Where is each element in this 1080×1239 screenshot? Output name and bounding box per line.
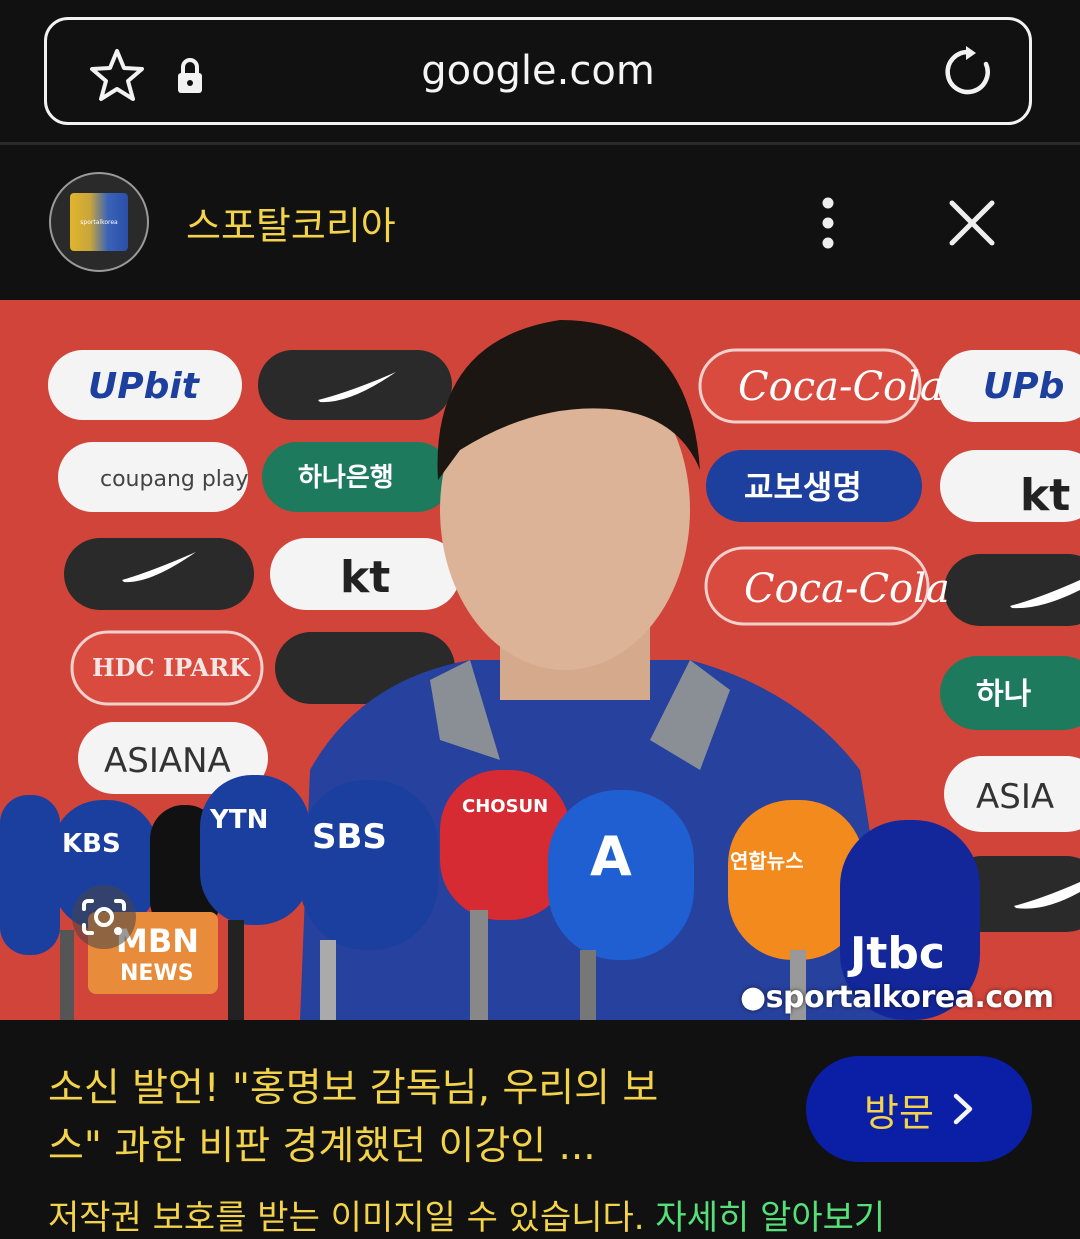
reload-icon[interactable] (940, 44, 996, 100)
svg-text:Jtbc: Jtbc (847, 928, 945, 979)
press-conference-photo[interactable]: UPbit UPb coupang play 하나은행 kt kt HDC IP… (0, 300, 1080, 1020)
photo-watermark: ●sportalkorea.com (740, 980, 1054, 1015)
avatar-logo-text: sportalkorea (80, 218, 118, 226)
svg-text:ASIA: ASIA (976, 777, 1054, 817)
svg-text:UPb: UPb (983, 366, 1064, 407)
svg-text:연합뉴스: 연합뉴스 (730, 849, 804, 873)
svg-text:NEWS: NEWS (120, 961, 194, 986)
visit-button-label: 방문 (864, 1090, 934, 1135)
svg-text:coupang play: coupang play (100, 467, 248, 492)
sportalkorea-logo: sportalkorea (70, 193, 128, 251)
svg-text:KBS: KBS (62, 829, 121, 859)
svg-text:ASIANA: ASIANA (104, 741, 231, 781)
svg-text:UPbit: UPbit (88, 366, 201, 407)
source-header: sportalkorea 스포탈코리아 (0, 145, 1080, 300)
lens-icon (82, 899, 126, 935)
google-lens-button[interactable] (72, 885, 136, 949)
svg-text:교보생명: 교보생명 (744, 468, 862, 506)
chevron-right-icon (953, 1093, 973, 1125)
svg-text:하나은행: 하나은행 (298, 463, 394, 493)
source-name[interactable]: 스포탈코리아 (186, 195, 396, 250)
article-headline[interactable]: 소신 발언! "홍명보 감독님, 우리의 보 스" 과한 비판 경계했던 이강인… (48, 1060, 748, 1176)
source-avatar[interactable]: sportalkorea (49, 172, 149, 272)
svg-text:A: A (590, 825, 632, 888)
address-bar[interactable]: google.com (44, 17, 1032, 125)
svg-text:Coca-Cola: Coca-Cola (738, 364, 944, 410)
svg-text:YTN: YTN (209, 805, 268, 835)
svg-text:CHOSUN: CHOSUN (462, 796, 548, 817)
close-icon[interactable] (946, 197, 998, 249)
svg-text:HDC IPARK: HDC IPARK (92, 653, 251, 682)
photo-illustration: UPbit UPb coupang play 하나은행 kt kt HDC IP… (0, 300, 1080, 1020)
copyright-notice: 저작권 보호를 받는 이미지일 수 있습니다. 자세히 알아보기 (48, 1190, 885, 1239)
headline-line-2: 스" 과한 비판 경계했던 이강인 ... (48, 1124, 596, 1169)
visit-button[interactable]: 방문 (806, 1056, 1032, 1162)
svg-text:Coca-Cola: Coca-Cola (744, 566, 950, 612)
more-vertical-icon[interactable] (812, 195, 844, 251)
learn-more-link[interactable]: 자세히 알아보기 (655, 1198, 885, 1238)
copyright-text: 저작권 보호를 받는 이미지일 수 있습니다. (48, 1198, 645, 1238)
svg-text:하나: 하나 (976, 677, 1032, 712)
svg-text:SBS: SBS (312, 817, 387, 857)
url-domain: google.com (421, 48, 655, 94)
headline-line-1: 소신 발언! "홍명보 감독님, 우리의 보 (48, 1066, 659, 1111)
svg-text:kt: kt (1020, 470, 1070, 521)
svg-text:kt: kt (340, 552, 390, 603)
browser-toolbar: google.com (0, 0, 1080, 142)
article-footer: 소신 발언! "홍명보 감독님, 우리의 보 스" 과한 비판 경계했던 이강인… (0, 1020, 1080, 1238)
